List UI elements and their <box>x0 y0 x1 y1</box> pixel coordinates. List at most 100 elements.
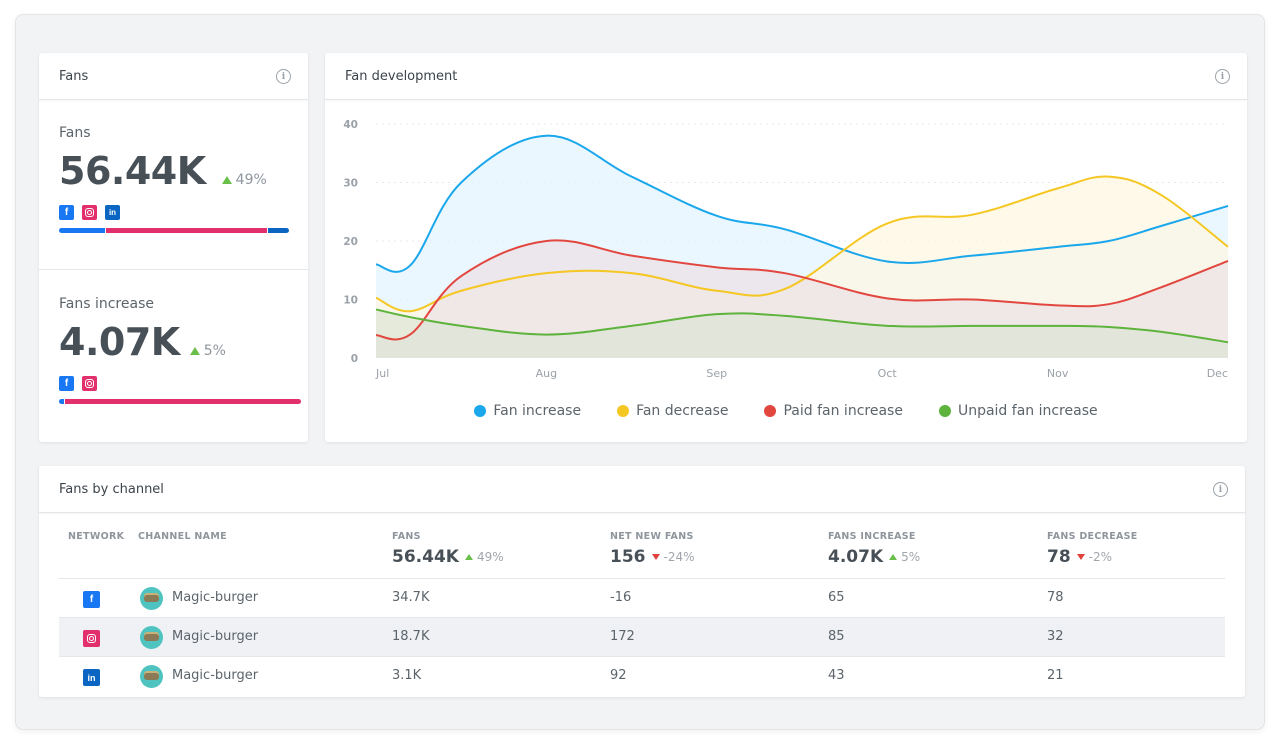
metric-value: 4.07K <box>59 320 180 364</box>
total-value: 4.07K <box>828 547 884 567</box>
network-share-bar <box>59 399 301 404</box>
linkedin-icon: in <box>105 205 120 220</box>
y-tick-label: 40 <box>343 119 358 131</box>
legend-label: Fan increase <box>493 403 582 419</box>
legend-dot-icon <box>764 405 777 417</box>
metric-label: Fans <box>59 125 91 141</box>
fans-cell: 3.1K <box>392 668 422 683</box>
facebook-icon: f <box>59 205 74 220</box>
trend-indicator: 49% <box>221 172 267 188</box>
trend-down-icon <box>1076 554 1085 560</box>
trend-up-icon <box>189 347 200 355</box>
table-row[interactable]: in Magic-burger 3.1K 92 43 21 <box>59 656 1225 695</box>
trend-up-icon <box>221 176 232 184</box>
metric-value: 56.44K <box>59 149 206 193</box>
instagram-icon <box>82 376 97 391</box>
total-value: 78 <box>1047 547 1071 567</box>
chart-card-header: Fan development i <box>325 53 1247 100</box>
trend-indicator: -2% <box>1076 550 1113 564</box>
x-tick-label: Dec <box>1207 367 1228 380</box>
table-row[interactable]: Magic-burger 18.7K 172 85 32 <box>59 617 1225 656</box>
share-segment-linkedin <box>268 228 289 233</box>
net-new-fans-cell: 92 <box>610 668 627 683</box>
share-segment-instagram <box>64 399 301 404</box>
legend-label: Unpaid fan increase <box>957 403 1098 419</box>
legend-item-fan-increase[interactable]: Fan increase <box>474 403 581 419</box>
fans-increase-metric: Fans increase 4.07K 5% f <box>59 296 301 404</box>
total-value: 56.44K <box>392 547 459 567</box>
channel-name[interactable]: Magic-burger <box>172 590 258 605</box>
legend-label: Paid fan increase <box>783 403 903 419</box>
legend-item-paid-fan-increase[interactable]: Paid fan increase <box>764 403 903 419</box>
y-tick-label: 30 <box>343 178 358 190</box>
legend-dot-icon <box>617 405 630 417</box>
trend-indicator: 5% <box>189 343 226 359</box>
info-icon[interactable]: i <box>1213 482 1228 497</box>
x-tick-label: Jul <box>375 367 389 380</box>
column-header-fans[interactable]: FANS <box>392 531 421 542</box>
chart-title: Fan development <box>345 68 458 84</box>
trend-up-icon <box>464 554 473 560</box>
x-tick-label: Aug <box>536 367 557 380</box>
legend-item-unpaid-fan-increase[interactable]: Unpaid fan increase <box>938 403 1098 419</box>
net-new-fans-cell: -16 <box>610 590 632 605</box>
fans-decrease-cell: 78 <box>1047 590 1064 605</box>
y-tick-label: 10 <box>343 295 358 307</box>
info-icon[interactable]: i <box>276 69 291 84</box>
trend-value: 5% <box>203 343 226 359</box>
column-header-fans-decrease[interactable]: FANS DECREASE <box>1047 531 1138 542</box>
trend-value: 49% <box>476 550 504 564</box>
info-icon[interactable]: i <box>1215 69 1230 84</box>
trend-indicator: 49% <box>464 550 504 564</box>
divider <box>39 269 308 270</box>
trend-down-icon <box>651 554 660 560</box>
trend-up-icon <box>889 554 898 560</box>
network-share-bar <box>59 228 289 233</box>
fans-increase-cell: 65 <box>828 590 845 605</box>
fans-cell: 34.7K <box>392 590 430 605</box>
trend-indicator: 5% <box>889 550 920 564</box>
column-header-channel-name[interactable]: CHANNEL NAME <box>138 531 227 542</box>
y-tick-label: 0 <box>351 353 358 365</box>
facebook-icon: f <box>59 376 74 391</box>
total-fans: 56.44K 49% <box>392 547 504 567</box>
column-header-fans-increase[interactable]: FANS INCREASE <box>828 531 916 542</box>
table-title: Fans by channel <box>59 481 164 497</box>
column-header-network[interactable]: NETWORK <box>68 531 124 542</box>
total-fans-decrease: 78 -2% <box>1047 547 1112 567</box>
share-segment-facebook <box>59 228 105 233</box>
fans-metric: Fans 56.44K 49% f in <box>59 125 289 233</box>
fans-decrease-cell: 32 <box>1047 629 1064 644</box>
trend-value: -2% <box>1088 550 1113 564</box>
fans-cell: 18.7K <box>392 629 430 644</box>
instagram-icon <box>83 630 100 647</box>
channel-name[interactable]: Magic-burger <box>172 668 258 683</box>
linkedin-icon: in <box>83 669 100 686</box>
share-segment-instagram <box>105 228 268 233</box>
trend-value: -24% <box>663 550 695 564</box>
legend-item-fan-decrease[interactable]: Fan decrease <box>617 403 728 419</box>
legend-dot-icon <box>938 405 951 417</box>
chart-legend: Fan increase Fan decrease Paid fan increas… <box>325 403 1247 419</box>
share-segment-facebook <box>59 399 64 404</box>
legend-dot-icon <box>474 405 487 417</box>
channel-name[interactable]: Magic-burger <box>172 629 258 644</box>
x-tick-label: Sep <box>706 367 727 380</box>
total-value: 156 <box>610 547 646 567</box>
avatar <box>140 626 163 649</box>
fans-by-channel-card: Fans by channel i NETWORK CHANNEL NAME F… <box>39 466 1245 697</box>
fan-development-card: Fan development i 0 10 20 30 40 Jul Aug Sep Oct N… <box>325 53 1247 442</box>
trend-indicator: -24% <box>651 550 695 564</box>
column-header-net-new-fans[interactable]: NET NEW FANS <box>610 531 694 542</box>
trend-value: 5% <box>901 550 921 564</box>
fan-development-chart: 0 10 20 30 40 Jul Aug Sep Oct Nov Dec <box>343 119 1229 380</box>
table-row[interactable]: f Magic-burger 34.7K -16 65 78 <box>59 578 1225 617</box>
avatar <box>140 665 163 688</box>
fans-card: Fans i Fans 56.44K 49% f in Fans increas… <box>39 53 308 442</box>
fans-card-title: Fans <box>59 68 89 84</box>
net-new-fans-cell: 172 <box>610 629 635 644</box>
x-tick-label: Oct <box>878 367 898 380</box>
facebook-icon: f <box>83 591 100 608</box>
fans-card-header: Fans i <box>39 53 308 100</box>
legend-label: Fan decrease <box>636 403 729 419</box>
